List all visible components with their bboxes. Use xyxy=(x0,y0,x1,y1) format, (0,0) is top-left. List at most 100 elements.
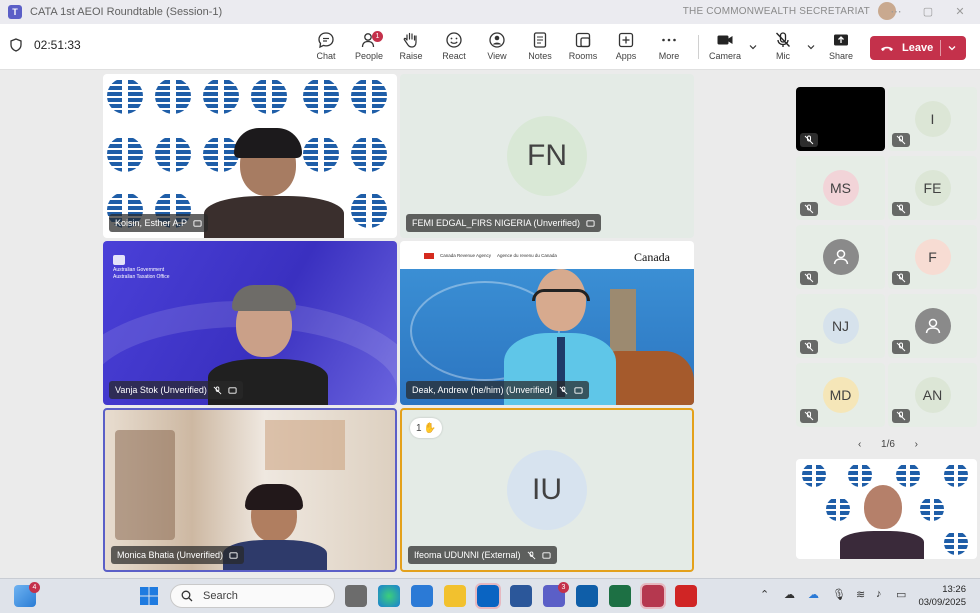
mic-off-icon xyxy=(559,385,567,394)
excel-icon[interactable] xyxy=(609,585,631,607)
toolbar-separator xyxy=(698,35,699,59)
acrobat-icon[interactable] xyxy=(675,585,697,607)
file-explorer-icon[interactable] xyxy=(444,585,466,607)
participant-avatar: MS xyxy=(822,170,859,206)
participant-tile[interactable]: Koisin, Esther A.P xyxy=(103,74,397,238)
notes-button[interactable]: Notes xyxy=(520,31,560,61)
side-participant-tile[interactable]: AN xyxy=(888,363,977,427)
tray-overflow-icon[interactable]: ⌃ xyxy=(760,588,774,602)
side-participant-tile[interactable]: NJ xyxy=(796,294,885,358)
more-icon xyxy=(662,38,676,42)
participant-avatar: AN xyxy=(914,377,951,413)
side-participant-tile[interactable] xyxy=(888,294,977,358)
participant-tile[interactable]: Monica Bhatia (Unverified) xyxy=(103,408,397,572)
share-icon xyxy=(834,34,848,46)
taskbar-clock[interactable]: 13:26 03/09/2025 xyxy=(918,583,966,609)
view-icon xyxy=(489,32,505,48)
camera-button[interactable]: Camera xyxy=(705,31,745,61)
raised-hand-indicator: 1 ✋ xyxy=(410,418,443,438)
side-participant-tile[interactable]: I xyxy=(888,87,977,151)
side-participant-tile[interactable]: MD xyxy=(796,363,885,427)
react-icon xyxy=(446,32,462,48)
chat-button[interactable]: Chat xyxy=(306,31,346,61)
teams-taskbar-icon[interactable]: 3 xyxy=(543,582,569,607)
participant-label: Deak, Andrew (he/him) (Unverified) xyxy=(406,381,589,399)
mic-off-icon xyxy=(896,135,906,145)
raise-hand-icon xyxy=(403,32,417,48)
rooms-button[interactable]: Rooms xyxy=(563,31,603,61)
participant-tile[interactable]: Australian Government Australian Taxatio… xyxy=(103,241,397,405)
person-placeholder-icon xyxy=(822,239,859,275)
wifi-icon[interactable]: ≋ xyxy=(856,588,870,602)
side-participant-tile[interactable] xyxy=(796,87,885,151)
mic-off-icon xyxy=(804,273,814,283)
page-indicator: 1/6 xyxy=(881,438,895,450)
meeting-timer: 02:51:33 xyxy=(10,38,81,52)
side-participant-tile[interactable]: FE xyxy=(888,156,977,220)
camera-options-chevron-icon[interactable] xyxy=(748,42,758,52)
meeting-window-icon[interactable] xyxy=(640,583,666,609)
onedrive-icon[interactable]: ☁ xyxy=(808,588,822,602)
raise-hand-button[interactable]: Raise xyxy=(391,31,431,61)
react-button[interactable]: React xyxy=(434,31,474,61)
mic-off-icon xyxy=(527,550,535,559)
widgets-icon[interactable]: 4 xyxy=(14,582,40,607)
participant-avatar: NJ xyxy=(822,308,859,344)
more-button[interactable]: More xyxy=(649,31,689,61)
side-participant-tile[interactable]: MS xyxy=(796,156,885,220)
apps-icon xyxy=(618,32,634,48)
mic-off-icon xyxy=(804,204,814,214)
title-bar: T CATA 1st AEOI Roundtable (Session-1) T… xyxy=(0,0,980,24)
webex-icon[interactable] xyxy=(576,585,598,607)
taskbar-search[interactable]: Search xyxy=(170,584,335,608)
cloud-icon[interactable]: ☁ xyxy=(784,588,798,602)
participant-avatar: IU xyxy=(507,450,587,530)
participant-label: Koisin, Esther A.P xyxy=(109,214,209,232)
close-window-icon[interactable]: ✕ xyxy=(952,4,968,20)
participant-tile[interactable]: 1 ✋ IU Ifeoma UDUNNI (External) xyxy=(400,408,694,572)
tray-mic-icon[interactable]: 🎙 xyxy=(832,588,846,602)
mic-off-icon xyxy=(896,273,906,283)
ato-logo: Australian Government Australian Taxatio… xyxy=(113,255,170,281)
participant-video-koisin xyxy=(198,128,348,238)
people-count-badge: 1 xyxy=(372,31,383,42)
mic-off-icon xyxy=(213,385,222,394)
notes-icon xyxy=(533,32,547,48)
volume-icon[interactable]: ♪ xyxy=(876,588,890,602)
leave-button[interactable]: Leave xyxy=(870,36,966,60)
participant-avatar: I xyxy=(914,101,951,137)
share-button[interactable]: Share xyxy=(821,31,861,61)
mic-off-icon xyxy=(775,32,791,47)
word-icon[interactable] xyxy=(510,585,532,607)
participant-avatar: F xyxy=(914,239,951,275)
side-participant-tile[interactable] xyxy=(796,225,885,289)
self-view-tile[interactable]: cata xyxy=(796,459,977,559)
store-icon[interactable] xyxy=(411,585,433,607)
teams-icon: T xyxy=(8,5,22,19)
task-view-icon[interactable] xyxy=(345,585,367,607)
side-participant-tile[interactable]: F xyxy=(888,225,977,289)
more-options-icon[interactable]: ⋯ xyxy=(888,4,904,20)
restore-icon[interactable]: ▢ xyxy=(920,4,936,20)
edge-icon[interactable] xyxy=(378,585,400,607)
outlook-icon[interactable] xyxy=(475,583,501,609)
screen-icon xyxy=(586,219,595,227)
chevron-right-icon[interactable]: › xyxy=(915,439,918,450)
participant-tile[interactable]: Canada Revenue Agency Agence du revenu d… xyxy=(400,241,694,405)
meeting-toolbar: 02:51:33 Chat People 1 Raise React View … xyxy=(0,24,980,70)
people-button[interactable]: People 1 xyxy=(349,31,389,61)
participant-avatar: MD xyxy=(822,377,859,413)
battery-icon[interactable]: ▭ xyxy=(896,588,910,602)
participant-tile[interactable]: FN FEMI EDGAL_FIRS NIGERIA (Unverified) xyxy=(400,74,694,238)
os-taskbar: 4 Search 3 ⌃ ☁ ☁ 🎙 ≋ ♪ ▭ 13:26 03/09/202… xyxy=(0,578,980,613)
mic-button[interactable]: Mic xyxy=(763,31,803,61)
chevron-left-icon[interactable]: ‹ xyxy=(858,439,861,450)
view-button[interactable]: View xyxy=(477,31,517,61)
leave-options-chevron-icon[interactable] xyxy=(947,43,957,53)
apps-button[interactable]: Apps xyxy=(606,31,646,61)
screen-icon xyxy=(193,219,202,227)
org-name: THE COMMONWEALTH SECRETARIAT xyxy=(682,6,870,17)
start-icon[interactable] xyxy=(138,585,160,607)
mic-options-chevron-icon[interactable] xyxy=(806,42,816,52)
chat-icon xyxy=(318,32,334,49)
